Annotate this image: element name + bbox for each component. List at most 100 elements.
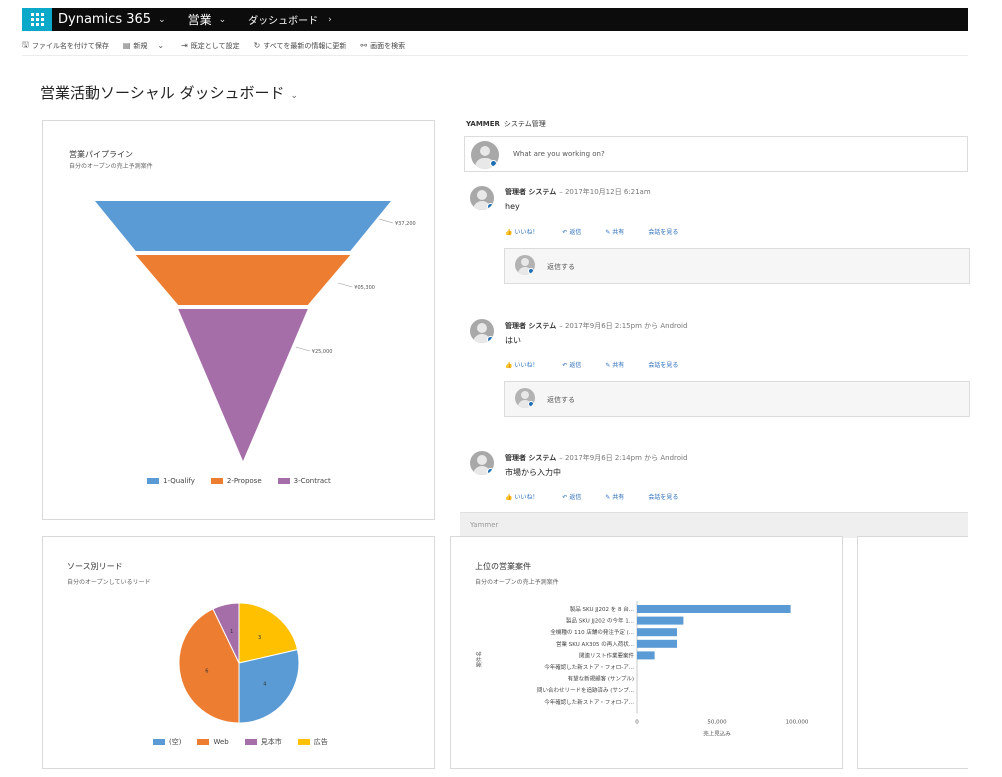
new-icon: ▤ — [122, 41, 131, 50]
tick-label: 100,000 — [786, 719, 809, 725]
view-conversation-link[interactable]: 会話を見る — [648, 492, 678, 501]
reply-button[interactable]: ↶ 返信 — [562, 360, 593, 369]
avatar[interactable] — [470, 451, 494, 475]
reply-button[interactable]: ↶ 返信 — [562, 492, 593, 501]
like-button[interactable]: 👍 いいね！ — [505, 360, 550, 369]
funnel-segment — [95, 201, 391, 251]
share-button[interactable]: ✎ 共有 — [605, 360, 636, 369]
legend-label: 2-Propose — [226, 477, 262, 485]
legend-item[interactable]: 2-Propose — [210, 477, 262, 485]
set-default-icon: ⇥ — [181, 41, 188, 50]
command-bar: 🖫 ファイル名を付けて保存 ▤ 新規 ⌄ ⇥ 既定として設定 ↻ すべてを最新の… — [22, 36, 968, 56]
data-label: ¥05,300 — [354, 285, 375, 291]
avatar — [515, 255, 535, 275]
legend-swatch — [197, 739, 210, 745]
chevron-right-icon[interactable]: › — [328, 15, 332, 25]
legend-swatch — [297, 739, 310, 745]
compose-box[interactable]: What are you working on? — [464, 136, 968, 172]
chevron-down-icon[interactable]: ⌄ — [219, 15, 227, 25]
data-label: ¥37,200 — [395, 221, 416, 227]
chevron-down-icon[interactable]: ⌄ — [290, 91, 298, 101]
legend-item[interactable]: 見本市 — [244, 737, 282, 747]
chevron-down-icon[interactable]: ⌄ — [157, 41, 164, 50]
legend-item[interactable]: 1-Qualify — [147, 477, 195, 485]
legend-swatch — [277, 478, 290, 484]
leader-line — [295, 346, 310, 352]
chevron-down-icon[interactable]: ⌄ — [158, 15, 166, 25]
avatar — [471, 141, 499, 169]
bar — [637, 616, 684, 625]
post-actions: 👍 いいね！ ↶ 返信 ✎ 共有 会話を見る — [505, 227, 690, 236]
x-axis-label: 売上見込み — [703, 729, 731, 737]
share-button[interactable]: ✎ 共有 — [605, 227, 636, 236]
app-launcher-button[interactable] — [22, 8, 52, 31]
category-label: 問い合わせリードを追跡済み (サンプ... — [537, 686, 634, 694]
post-author: 管理者 システム – 2017年9月6日 2:14pm から Android — [505, 453, 687, 463]
sales-pipeline-panel: 営業パイプライン 自分のオープンの売上予測案件 ¥37,200 ¥05,300 ¥2… — [42, 120, 435, 520]
empty-panel — [857, 536, 968, 769]
post-author-name[interactable]: 管理者 システム — [505, 454, 556, 462]
post-timestamp: – 2017年10月12日 6:21am — [559, 188, 651, 196]
post-body: 市場から入力中 — [505, 468, 561, 477]
post-timestamp: – 2017年9月6日 2:15pm から Android — [559, 322, 688, 330]
post-body: hey — [505, 202, 520, 211]
dashboard-title[interactable]: 営業活動ソーシャル ダッシュボード ⌄ — [40, 82, 298, 103]
reply-box[interactable]: 返信する — [504, 248, 970, 284]
chart-legend: (空) Web 見本市 広告 — [153, 737, 344, 747]
chart-legend: 1-Qualify 2-Propose 3-Contract — [147, 477, 347, 485]
yammer-feed-panel: YAMMER システム管理 What are you working on? 管理… — [460, 114, 970, 538]
legend-label: 1-Qualify — [163, 477, 195, 485]
user-badge-icon — [490, 160, 497, 167]
category-label: 有望な新規顧客 (サンプル) — [568, 675, 634, 683]
avatar — [515, 388, 535, 408]
reply-placeholder[interactable]: 返信する — [547, 262, 575, 272]
legend-item[interactable]: Web — [197, 737, 229, 747]
like-button[interactable]: 👍 いいね！ — [505, 227, 550, 236]
save-as-label: ファイル名を付けて保存 — [31, 41, 109, 50]
new-button[interactable]: ▤ 新規 ⌄ — [123, 41, 167, 51]
waffle-icon — [30, 13, 44, 26]
legend-item[interactable]: (空) — [153, 737, 181, 747]
set-default-label: 既定として設定 — [190, 41, 240, 50]
refresh-all-label: すべてを最新の情報に更新 — [263, 41, 347, 50]
refresh-all-button[interactable]: ↻ すべてを最新の情報に更新 — [254, 41, 347, 51]
avatar[interactable] — [470, 319, 494, 343]
category-label: 製品 SKU JJ202 の今年 1... — [566, 617, 634, 625]
post-author-name[interactable]: 管理者 システム — [505, 188, 556, 196]
bar-chart: 製品 SKU JJ202 を 8 台... 製品 SKU JJ202 の今年 1.… — [475, 601, 809, 737]
legend-label: Web — [213, 738, 229, 746]
reply-placeholder[interactable]: 返信する — [547, 395, 575, 405]
top-opportunities-panel: 上位の営業案件 自分のオープンの売上予測案件 製品 SKU JJ202 を 8 … — [450, 536, 843, 769]
user-badge-icon — [487, 468, 494, 475]
user-badge-icon — [487, 203, 494, 210]
set-default-button[interactable]: ⇥ 既定として設定 — [181, 41, 240, 51]
breadcrumb-dashboard[interactable]: ダッシュボード — [248, 12, 318, 27]
search-screen-button[interactable]: ⚯ 画面を検索 — [360, 41, 405, 51]
reply-button[interactable]: ↶ 返信 — [562, 227, 593, 236]
view-conversation-link[interactable]: 会話を見る — [648, 360, 678, 369]
save-as-button[interactable]: 🖫 ファイル名を付けて保存 — [22, 39, 109, 53]
bar — [637, 639, 677, 648]
legend-label: 3-Contract — [293, 477, 331, 485]
bar — [637, 651, 655, 660]
post-author-name[interactable]: 管理者 システム — [505, 322, 556, 330]
reply-box[interactable]: 返信する — [504, 381, 970, 417]
share-button[interactable]: ✎ 共有 — [605, 492, 636, 501]
view-conversation-link[interactable]: 会話を見る — [648, 227, 678, 236]
category-label: 関連リスト作業要案件 — [579, 651, 635, 659]
brand-title[interactable]: Dynamics 365 — [58, 12, 151, 27]
data-label: ¥25,000 — [312, 349, 333, 355]
yammer-footer[interactable]: Yammer — [460, 512, 968, 538]
legend-item[interactable]: 広告 — [297, 737, 328, 747]
data-label: 4 — [263, 682, 266, 688]
category-label: 今年確認した新ストア・フォロ-ア... — [544, 698, 634, 706]
pie-chart: 3 4 6 1 — [178, 602, 300, 724]
category-label: 今年確認した新ストア・フォロ-ア... — [544, 663, 634, 671]
area-selector[interactable]: 営業 — [188, 11, 212, 28]
legend-item[interactable]: 3-Contract — [277, 477, 331, 485]
post-author: 管理者 システム – 2017年9月6日 2:15pm から Android — [505, 321, 687, 331]
legend-swatch — [244, 739, 257, 745]
like-button[interactable]: 👍 いいね！ — [505, 492, 550, 501]
compose-placeholder[interactable]: What are you working on? — [513, 150, 605, 158]
avatar[interactable] — [470, 186, 494, 210]
